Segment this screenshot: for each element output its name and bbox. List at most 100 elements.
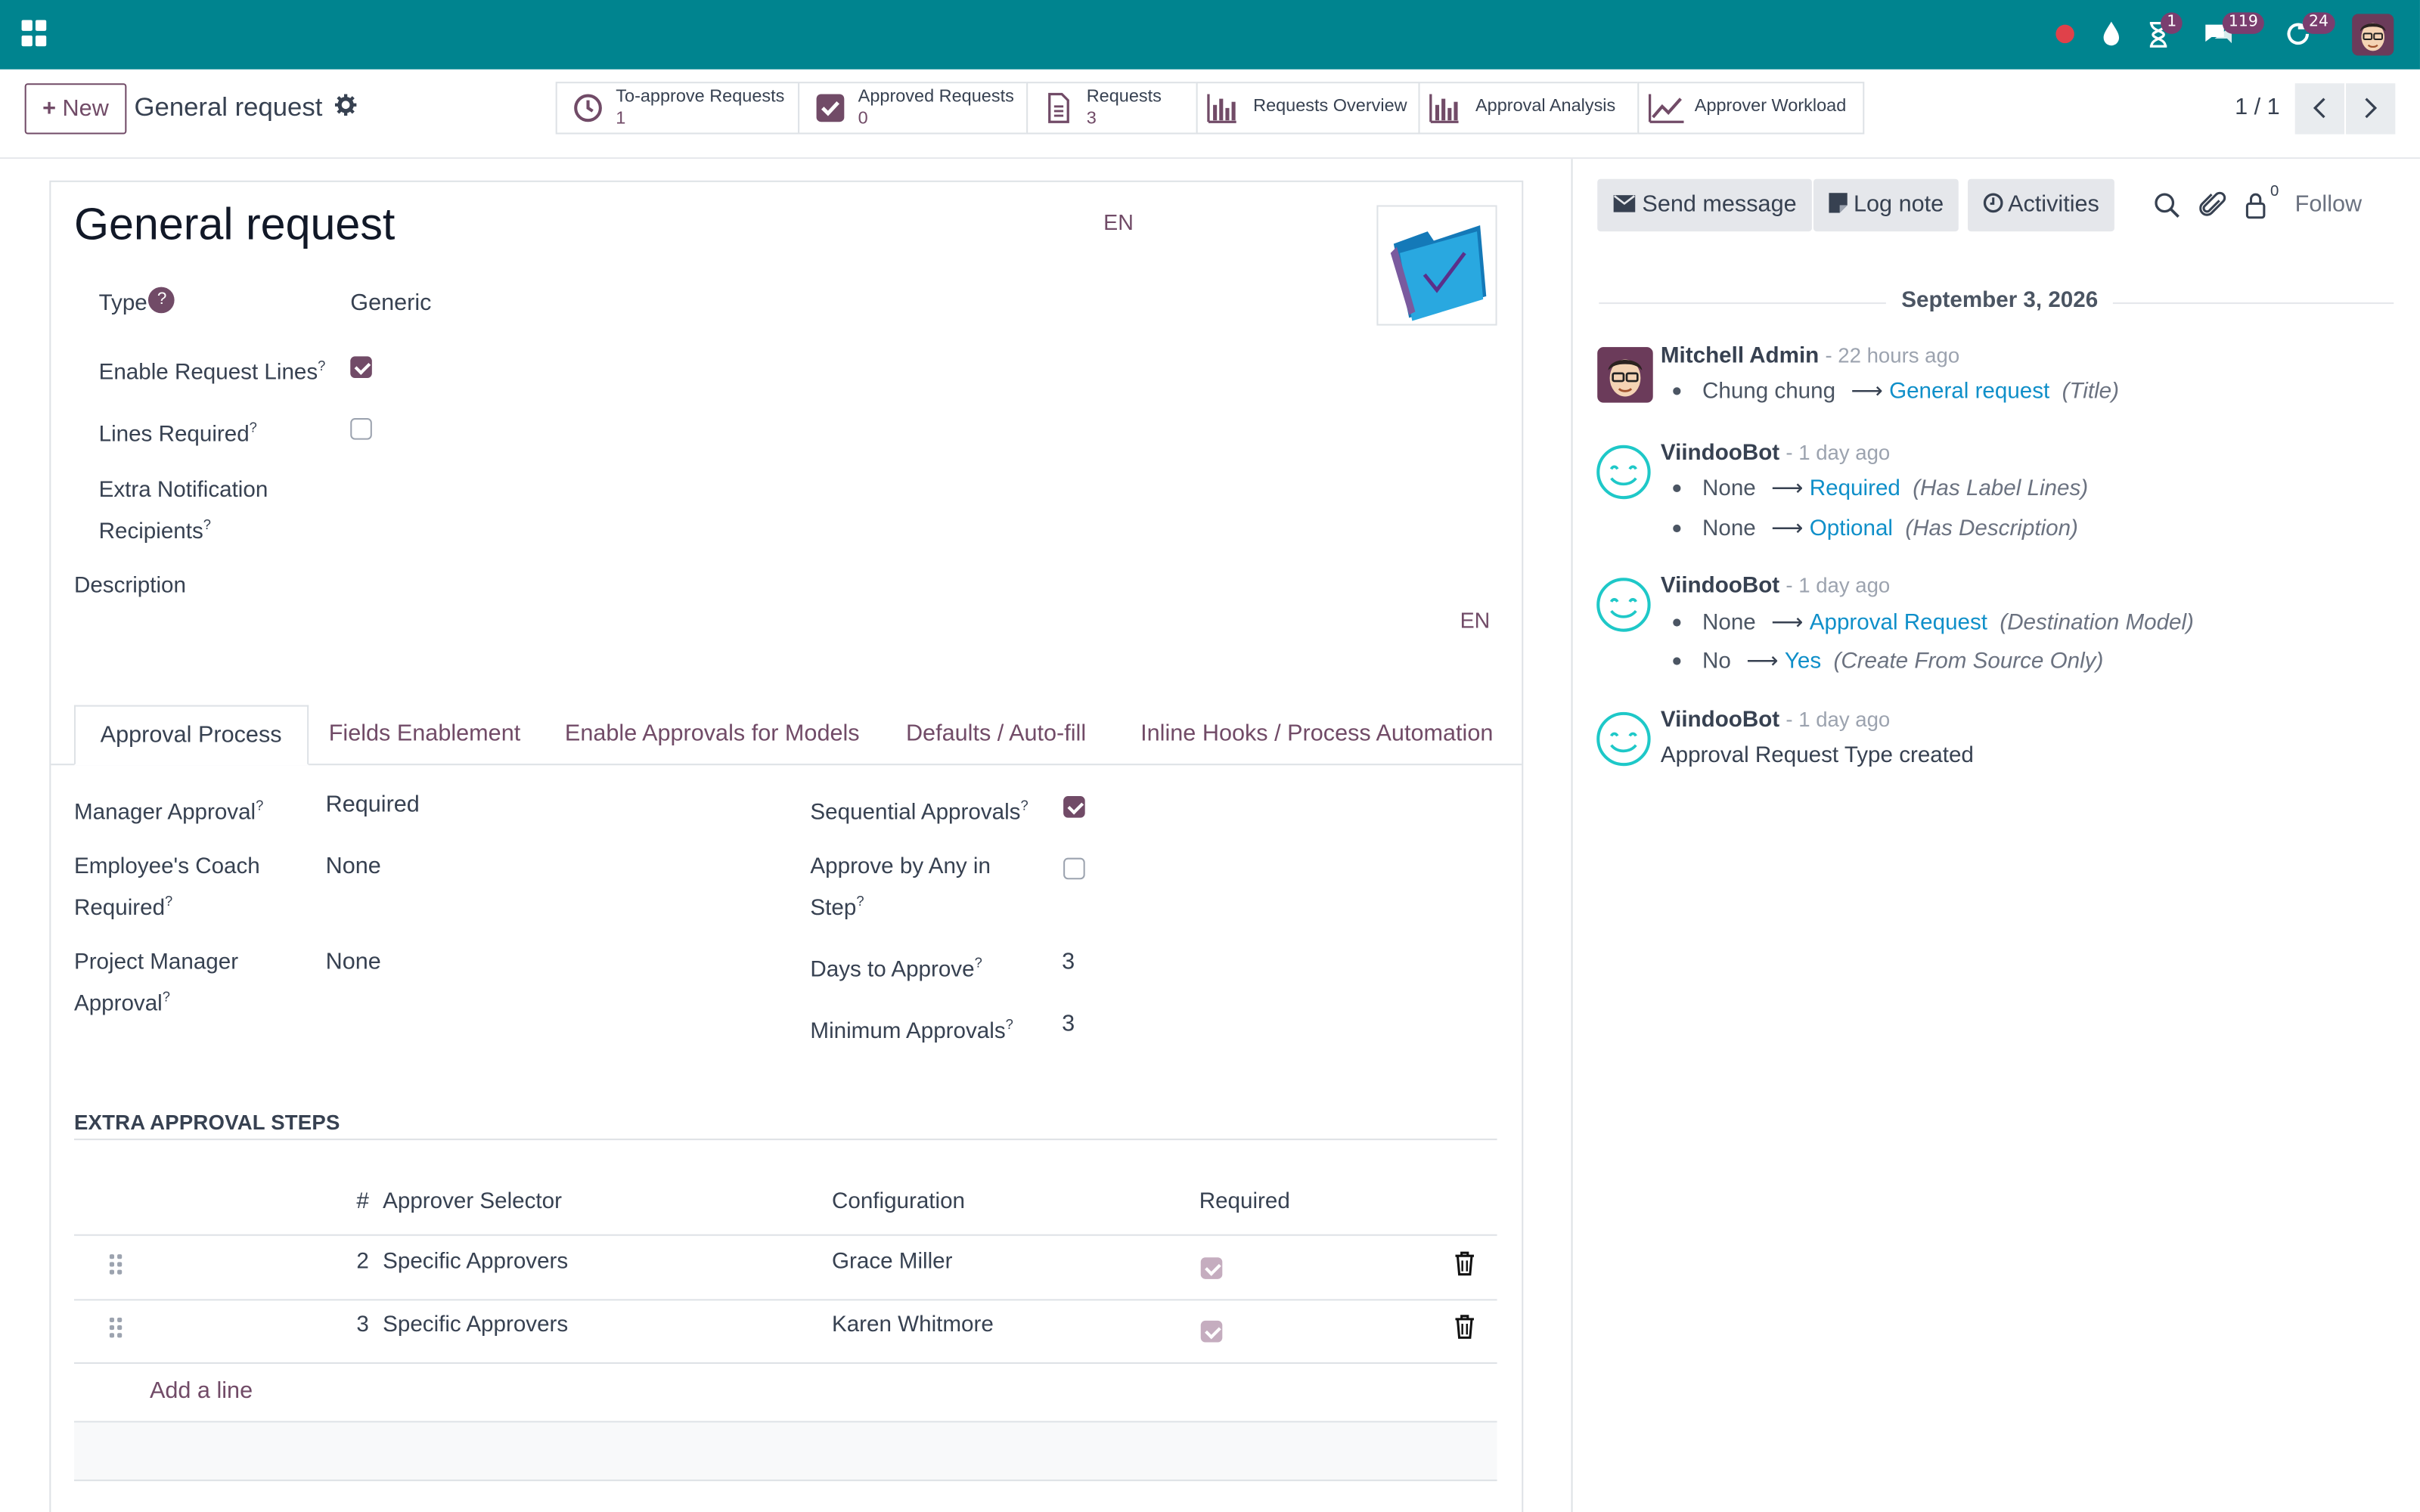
user-avatar[interactable] <box>2352 14 2394 56</box>
table-row-configuration[interactable]: Karen Whitmore <box>832 1313 994 1338</box>
smart-button-value: 1 <box>616 109 626 129</box>
old-value: No <box>1702 649 1731 674</box>
tab-defaults-auto-fill[interactable]: Defaults / Auto-fill <box>906 705 1086 766</box>
title-language-badge[interactable]: EN <box>1103 210 1134 235</box>
tab-approval-process[interactable]: Approval Process <box>73 705 309 766</box>
clock-icon <box>574 94 602 122</box>
column-header-configuration[interactable]: Configuration <box>832 1189 965 1214</box>
bot-smiley-icon[interactable] <box>1596 711 1651 767</box>
drag-handle-icon[interactable] <box>109 1254 123 1276</box>
author-avatar[interactable] <box>1597 347 1653 403</box>
table-row-selector[interactable]: Specific Approvers <box>383 1313 568 1338</box>
control-panel: + New General request To-approve Request… <box>0 69 2420 160</box>
smart-button-value: 3 <box>1086 109 1097 129</box>
message-author[interactable]: ViindooBot - 1 day ago <box>1661 442 1890 466</box>
help-icon[interactable]: ? <box>148 287 175 314</box>
table-row-configuration[interactable]: Grace Miller <box>832 1250 953 1275</box>
help-tooltip-mark[interactable]: ? <box>1006 1017 1013 1032</box>
project-manager-approval-value[interactable]: None <box>326 949 381 975</box>
smart-button-requests[interactable]: Requests 3 <box>1026 82 1198 135</box>
gear-icon[interactable] <box>334 94 357 122</box>
messages-chat-icon[interactable]: 119 <box>2201 12 2265 52</box>
tracking-value-item: None ⟶ Required (Has Label Lines) <box>1673 476 2089 502</box>
message-author[interactable]: ViindooBot - 1 day ago <box>1661 574 1890 599</box>
table-row-divider <box>73 1299 1497 1301</box>
sequential-approvals-checkbox[interactable] <box>1063 796 1085 818</box>
tab-inline-hooks[interactable]: Inline Hooks / Process Automation <box>1140 705 1493 766</box>
pager-next-button[interactable] <box>2346 83 2396 135</box>
activities-label: Activities <box>2008 191 2099 218</box>
follow-button[interactable]: Follow <box>2295 191 2362 218</box>
new-value: Approval Request <box>1809 611 1988 636</box>
tab-enable-approvals-for-models[interactable]: Enable Approvals for Models <box>565 705 860 766</box>
bar-chart-icon <box>1207 94 1236 123</box>
smart-button-approval-analysis[interactable]: Approval Analysis <box>1418 82 1640 135</box>
drag-handle-icon[interactable] <box>109 1317 123 1340</box>
bot-smiley-icon[interactable] <box>1596 445 1651 500</box>
activities-button[interactable]: Activities <box>1968 178 2115 232</box>
table-row-required-checkbox[interactable] <box>1200 1257 1223 1279</box>
field-name: (Has Label Lines) <box>1913 476 2089 502</box>
smart-button-approved[interactable]: Approved Requests 0 <box>798 82 1028 135</box>
new-button[interactable]: + New <box>24 83 127 135</box>
smart-button-to-approve[interactable]: To-approve Requests 1 <box>555 82 800 135</box>
help-tooltip-mark[interactable]: ? <box>163 989 170 1004</box>
help-tooltip-mark[interactable]: ? <box>165 894 172 909</box>
smart-button-approver-workload[interactable]: Approver Workload <box>1637 82 1865 135</box>
apps-menu-icon[interactable] <box>21 20 50 48</box>
field-name: (Destination Model) <box>2000 611 2194 636</box>
smart-button-requests-overview[interactable]: Requests Overview <box>1196 82 1420 135</box>
note-icon <box>1829 193 1848 213</box>
table-row-required-checkbox[interactable] <box>1200 1320 1223 1343</box>
water-drop-icon[interactable] <box>2096 15 2127 52</box>
message-author[interactable]: ViindooBot - 1 day ago <box>1661 708 1890 733</box>
manager-approval-value[interactable]: Required <box>326 792 420 818</box>
author-name: ViindooBot <box>1660 708 1780 733</box>
paperclip-icon[interactable] <box>2199 191 2227 219</box>
trash-icon[interactable] <box>1454 1251 1475 1276</box>
type-field-value[interactable]: Generic <box>350 290 431 317</box>
search-icon[interactable] <box>2153 191 2181 219</box>
breadcrumb-title: General request <box>134 92 323 122</box>
smart-button-label: Approver Workload <box>1694 97 1847 116</box>
help-tooltip-mark[interactable]: ? <box>975 955 982 970</box>
log-note-button[interactable]: Log note <box>1813 178 1959 232</box>
bot-smiley-icon[interactable] <box>1596 577 1651 632</box>
table-row-number[interactable]: 3 <box>356 1313 368 1338</box>
trash-icon[interactable] <box>1454 1315 1475 1340</box>
help-tooltip-mark[interactable]: ? <box>256 798 263 813</box>
record-title[interactable]: General request <box>74 200 395 251</box>
help-tooltip-mark[interactable]: ? <box>250 420 257 435</box>
log-note-label: Log note <box>1854 191 1944 218</box>
section-divider <box>73 1139 1497 1141</box>
lines-required-checkbox[interactable] <box>350 418 372 440</box>
followers-count: 0 <box>2270 183 2279 201</box>
updates-refresh-icon[interactable]: 24 <box>2281 12 2335 52</box>
pager-value[interactable]: 1 / 1 <box>2235 94 2280 120</box>
minimum-approvals-value[interactable]: 3 <box>1062 1011 1075 1037</box>
table-row-selector[interactable]: Specific Approvers <box>383 1250 568 1275</box>
help-tooltip-mark[interactable]: ? <box>318 358 325 373</box>
activities-hourglass-icon[interactable]: 1 <box>2142 12 2183 52</box>
recording-indicator-icon[interactable] <box>2055 24 2074 44</box>
column-header-approver-selector[interactable]: Approver Selector <box>383 1189 562 1214</box>
employee-coach-value[interactable]: None <box>326 854 381 880</box>
column-header-required[interactable]: Required <box>1199 1189 1290 1214</box>
send-message-button[interactable]: Send message <box>1597 178 1813 232</box>
message-author[interactable]: Mitchell Admin - 22 hours ago <box>1661 344 1959 369</box>
pager-previous-button[interactable] <box>2294 83 2344 135</box>
days-to-approve-value[interactable]: 3 <box>1062 949 1075 975</box>
record-image[interactable] <box>1376 205 1497 326</box>
tab-fields-enablement[interactable]: Fields Enablement <box>329 705 521 766</box>
envelope-icon <box>1613 195 1636 212</box>
table-row-number[interactable]: 2 <box>356 1250 368 1275</box>
add-a-line-link[interactable]: Add a line <box>150 1377 253 1404</box>
followers-lock-icon[interactable] <box>2242 191 2270 219</box>
help-tooltip-mark[interactable]: ? <box>856 894 864 909</box>
approve-by-any-checkbox[interactable] <box>1063 857 1085 880</box>
column-header-number[interactable]: # <box>356 1189 368 1214</box>
help-tooltip-mark[interactable]: ? <box>1020 798 1028 813</box>
help-tooltip-mark[interactable]: ? <box>203 517 211 532</box>
description-language-badge[interactable]: EN <box>1460 608 1491 633</box>
enable-request-lines-checkbox[interactable] <box>350 356 372 378</box>
